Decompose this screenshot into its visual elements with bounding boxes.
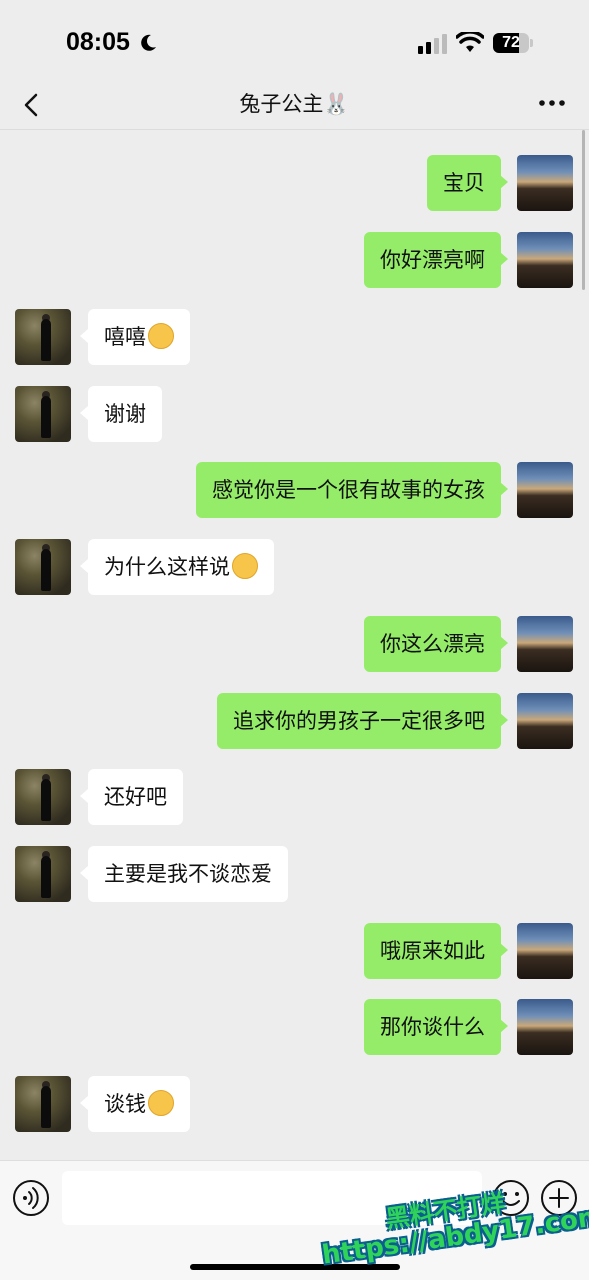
message-bubble[interactable]: 还好吧 xyxy=(88,769,183,825)
outgoing-message: 宝贝 xyxy=(0,155,589,211)
contact-avatar[interactable] xyxy=(15,539,71,595)
outgoing-message: 那你谈什么 xyxy=(0,999,589,1055)
message-input[interactable] xyxy=(62,1171,482,1225)
thinking-face-icon xyxy=(232,553,258,579)
voice-icon[interactable] xyxy=(12,1179,50,1217)
status-bar: 08:05 72 xyxy=(0,0,589,80)
contact-avatar[interactable] xyxy=(15,386,71,442)
home-indicator xyxy=(190,1264,400,1270)
message-bubble[interactable]: 宝贝 xyxy=(427,155,501,211)
incoming-message: 谈钱 xyxy=(0,1076,589,1132)
message-bubble[interactable]: 感觉你是一个很有故事的女孩 xyxy=(196,462,501,518)
outgoing-message: 感觉你是一个很有故事的女孩 xyxy=(0,462,589,518)
contact-avatar[interactable] xyxy=(15,1076,71,1132)
outgoing-message: 追求你的男孩子一定很多吧 xyxy=(0,693,589,749)
contact-avatar[interactable] xyxy=(15,309,71,365)
outgoing-message: 你这么漂亮 xyxy=(0,616,589,672)
message-text: 感觉你是一个很有故事的女孩 xyxy=(212,478,485,502)
my-avatar[interactable] xyxy=(517,999,573,1055)
message-text: 还好吧 xyxy=(104,785,167,809)
my-avatar[interactable] xyxy=(517,923,573,979)
message-bubble[interactable]: 为什么这样说 xyxy=(88,539,274,595)
my-avatar[interactable] xyxy=(517,616,573,672)
incoming-message: 主要是我不谈恋爱 xyxy=(0,846,589,902)
chat-header: 兔子公主🐰 xyxy=(0,80,589,130)
message-bubble[interactable]: 主要是我不谈恋爱 xyxy=(88,846,288,902)
contact-avatar[interactable] xyxy=(15,769,71,825)
message-bubble[interactable]: 谈钱 xyxy=(88,1076,190,1132)
outgoing-message: 你好漂亮啊 xyxy=(0,232,589,288)
incoming-message: 还好吧 xyxy=(0,769,589,825)
message-text: 那你谈什么 xyxy=(380,1015,485,1039)
outgoing-message: 哦原来如此 xyxy=(0,923,589,979)
wifi-icon xyxy=(456,32,484,52)
message-bubble[interactable]: 那你谈什么 xyxy=(364,999,501,1055)
message-text: 你这么漂亮 xyxy=(380,632,485,656)
message-text: 你好漂亮啊 xyxy=(380,248,485,272)
message-text: 主要是我不谈恋爱 xyxy=(104,862,272,886)
message-text: 哦原来如此 xyxy=(380,939,485,963)
plus-icon[interactable] xyxy=(540,1179,578,1217)
chat-title: 兔子公主🐰 xyxy=(239,92,350,116)
my-avatar[interactable] xyxy=(517,462,573,518)
message-text: 嘻嘻 xyxy=(104,325,146,349)
message-text: 追求你的男孩子一定很多吧 xyxy=(233,709,485,733)
moon-icon xyxy=(141,34,156,51)
emoji-icon[interactable] xyxy=(492,1179,530,1217)
signal-icon xyxy=(418,34,447,54)
status-time: 08:05 xyxy=(66,28,130,56)
my-avatar[interactable] xyxy=(517,232,573,288)
battery-level: 72 xyxy=(502,34,520,51)
grinning-face-icon xyxy=(148,323,174,349)
message-list[interactable]: 宝贝你好漂亮啊嘻嘻谢谢感觉你是一个很有故事的女孩为什么这样说你这么漂亮追求你的男… xyxy=(0,131,589,1160)
input-bar xyxy=(0,1160,589,1280)
incoming-message: 嘻嘻 xyxy=(0,309,589,365)
message-text: 谈钱 xyxy=(104,1092,146,1116)
message-bubble[interactable]: 追求你的男孩子一定很多吧 xyxy=(217,693,501,749)
battery-icon: 72 xyxy=(493,33,533,53)
message-bubble[interactable]: 你好漂亮啊 xyxy=(364,232,501,288)
incoming-message: 谢谢 xyxy=(0,386,589,442)
more-dots-icon[interactable] xyxy=(538,98,566,108)
message-bubble[interactable]: 谢谢 xyxy=(88,386,162,442)
message-text: 宝贝 xyxy=(443,171,485,195)
scrollbar[interactable] xyxy=(582,130,585,290)
my-avatar[interactable] xyxy=(517,155,573,211)
message-text: 为什么这样说 xyxy=(104,555,230,579)
contact-avatar[interactable] xyxy=(15,846,71,902)
message-bubble[interactable]: 哦原来如此 xyxy=(364,923,501,979)
incoming-message: 为什么这样说 xyxy=(0,539,589,595)
my-avatar[interactable] xyxy=(517,693,573,749)
message-bubble[interactable]: 嘻嘻 xyxy=(88,309,190,365)
message-text: 谢谢 xyxy=(104,402,146,426)
grimacing-face-icon xyxy=(148,1090,174,1116)
message-bubble[interactable]: 你这么漂亮 xyxy=(364,616,501,672)
